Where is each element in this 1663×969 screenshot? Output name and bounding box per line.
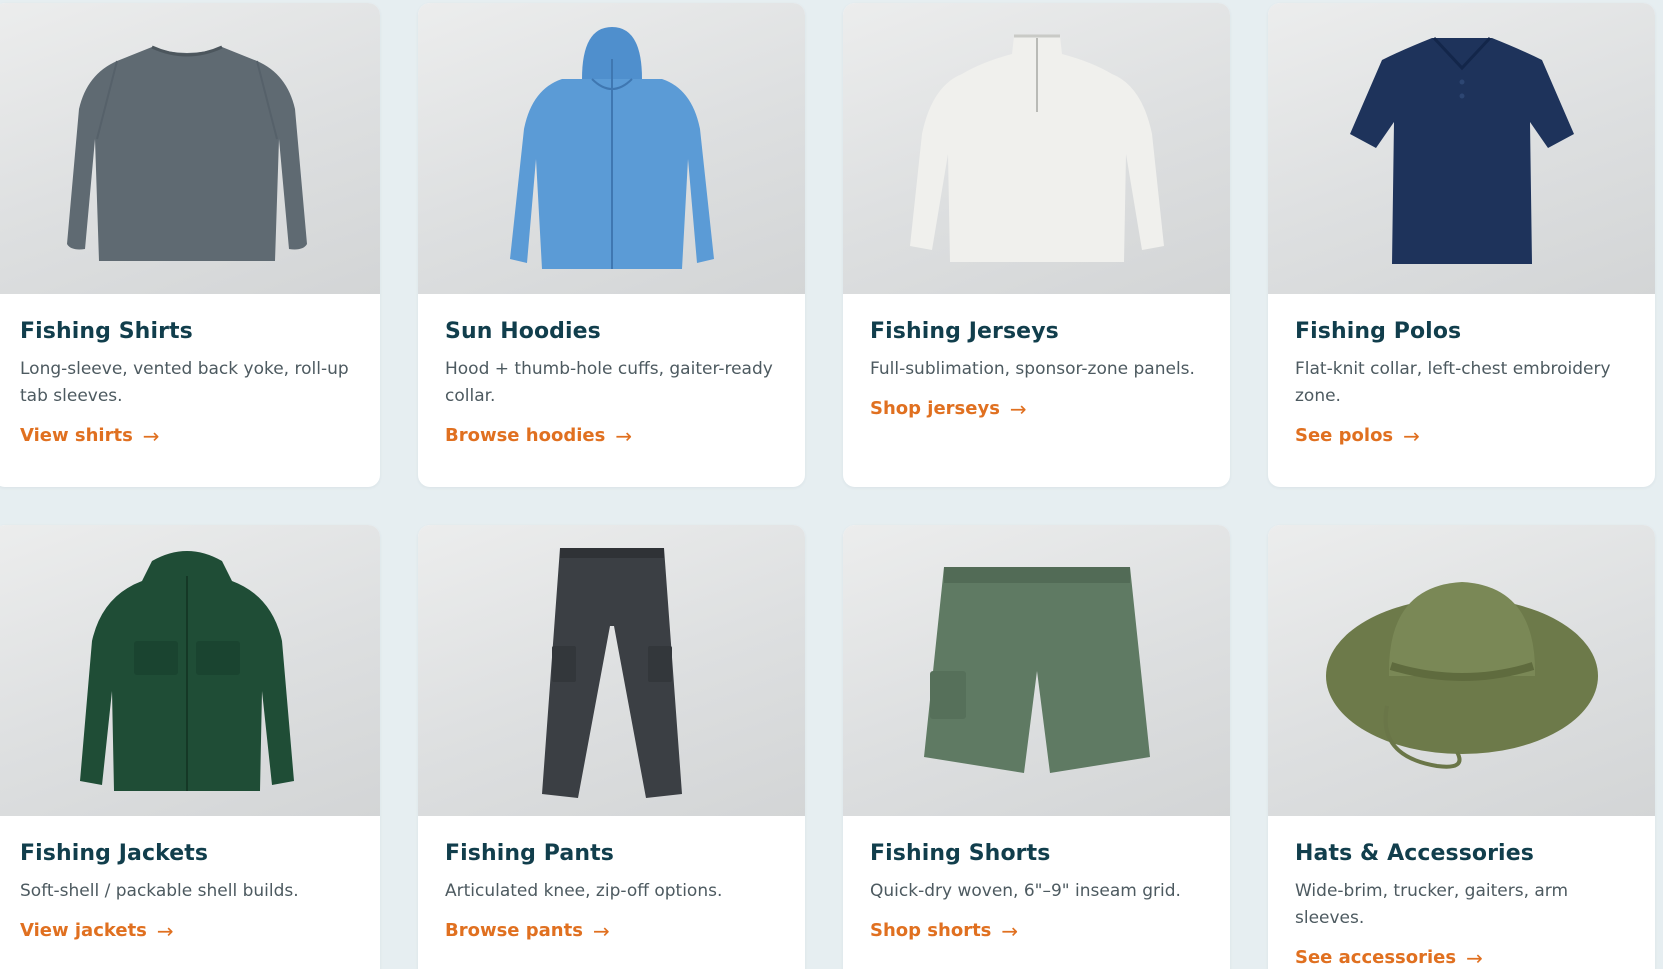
card-title: Fishing Jerseys xyxy=(870,319,1059,344)
category-card-fishing-shirts[interactable]: Fishing Shirts Long-sleeve, vented back … xyxy=(0,3,380,487)
shop-jerseys-link[interactable]: Shop jerseys → xyxy=(870,398,1027,419)
link-label: Shop shorts xyxy=(870,920,992,941)
see-polos-link[interactable]: See polos → xyxy=(1295,425,1420,446)
link-label: See polos xyxy=(1295,425,1394,446)
view-jackets-link[interactable]: View jackets → xyxy=(20,920,174,941)
arrow-right-icon: → xyxy=(1001,918,1019,943)
arrow-right-icon: → xyxy=(1403,423,1420,448)
card-title: Fishing Pants xyxy=(445,841,614,866)
link-label: Browse hoodies xyxy=(445,425,606,446)
category-card-fishing-jerseys[interactable]: Fishing Jerseys Full-sublimation, sponso… xyxy=(843,3,1230,487)
fishing-polo-image[interactable] xyxy=(1268,3,1655,294)
shop-shorts-link[interactable]: Shop shorts → xyxy=(870,920,1018,941)
card-title: Hats & Accessories xyxy=(1295,841,1534,866)
card-description: Hood + thumb-hole cuffs, gaiter-ready co… xyxy=(445,359,773,406)
see-accessories-link[interactable]: See accessories → xyxy=(1295,947,1483,968)
card-description: Flat-knit collar, left-chest embroidery … xyxy=(1295,359,1611,406)
link-label: Browse pants xyxy=(445,920,583,941)
category-card-fishing-shorts[interactable]: Fishing Shorts Quick-dry woven, 6"–9" in… xyxy=(843,525,1230,969)
card-title: Fishing Shirts xyxy=(20,319,193,344)
arrow-right-icon: → xyxy=(156,918,174,943)
arrow-right-icon: → xyxy=(1466,945,1483,969)
card-description: Soft-shell / packable shell builds. xyxy=(20,881,299,901)
browse-pants-link[interactable]: Browse pants → xyxy=(445,920,610,941)
arrow-right-icon: → xyxy=(615,423,633,448)
browse-hoodies-link[interactable]: Browse hoodies → xyxy=(445,425,632,446)
card-title: Sun Hoodies xyxy=(445,319,601,344)
fishing-jacket-image[interactable] xyxy=(0,525,380,816)
view-shirts-link[interactable]: View shirts → xyxy=(20,425,160,446)
fishing-shorts-image[interactable] xyxy=(843,525,1230,816)
category-card-hats-accessories[interactable]: Hats & Accessories Wide-brim, trucker, g… xyxy=(1268,525,1655,969)
arrow-right-icon: → xyxy=(1009,396,1027,421)
fishing-shirt-image[interactable] xyxy=(0,3,380,294)
category-card-sun-hoodies[interactable]: Sun Hoodies Hood + thumb-hole cuffs, gai… xyxy=(418,3,805,487)
card-description: Wide-brim, trucker, gaiters, arm sleeves… xyxy=(1295,881,1569,928)
card-title: Fishing Jackets xyxy=(20,841,209,866)
fishing-pants-image[interactable] xyxy=(418,525,805,816)
category-card-fishing-jackets[interactable]: Fishing Jackets Soft-shell / packable sh… xyxy=(0,525,380,969)
card-title: Fishing Shorts xyxy=(870,841,1051,866)
card-description: Full-sublimation, sponsor-zone panels. xyxy=(870,359,1195,379)
sun-hoodie-image[interactable] xyxy=(418,3,805,294)
link-label: See accessories xyxy=(1295,947,1457,968)
product-category-grid: Fishing Shirts Long-sleeve, vented back … xyxy=(0,0,1663,969)
link-label: View jackets xyxy=(20,920,147,941)
category-card-fishing-polos[interactable]: Fishing Polos Flat-knit collar, left-che… xyxy=(1268,3,1655,487)
arrow-right-icon: → xyxy=(592,918,610,943)
link-label: Shop jerseys xyxy=(870,398,1000,419)
fishing-jersey-image[interactable] xyxy=(843,3,1230,294)
bucket-hat-image[interactable] xyxy=(1268,525,1655,816)
arrow-right-icon: → xyxy=(142,423,160,448)
card-title: Fishing Polos xyxy=(1295,319,1462,344)
category-card-fishing-pants[interactable]: Fishing Pants Articulated knee, zip-off … xyxy=(418,525,805,969)
card-description: Quick-dry woven, 6"–9" inseam grid. xyxy=(870,881,1181,901)
card-description: Long-sleeve, vented back yoke, roll-up t… xyxy=(20,359,349,406)
link-label: View shirts xyxy=(20,425,133,446)
card-description: Articulated knee, zip-off options. xyxy=(445,881,723,901)
